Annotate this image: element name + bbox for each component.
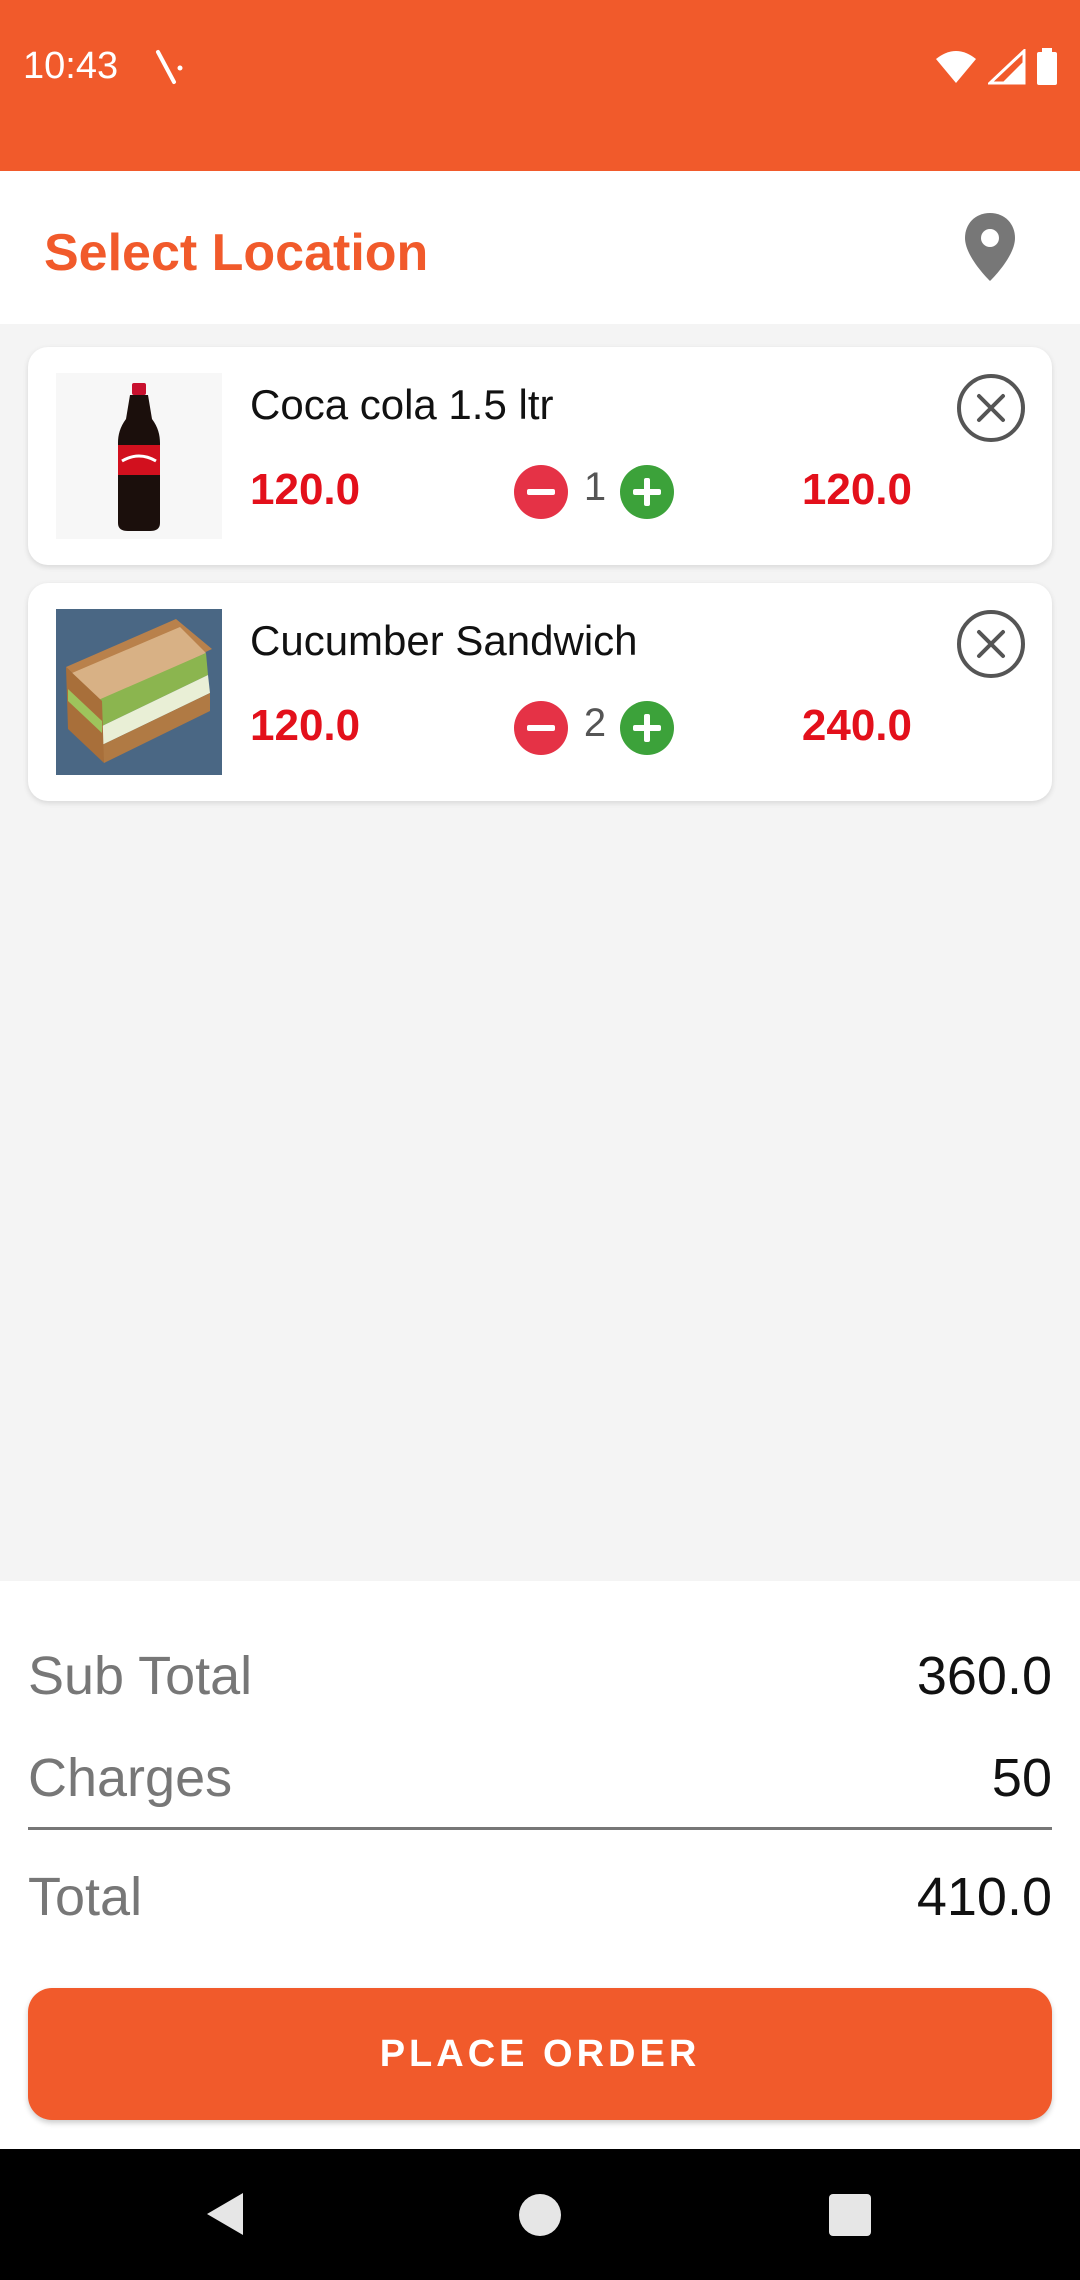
quantity-value: 1	[583, 465, 607, 509]
status-time: 10:43	[23, 45, 119, 87]
coca-cola-bottle-image	[56, 373, 222, 539]
place-order-button[interactable]: PLACE ORDER	[28, 1988, 1052, 2120]
summary-divider	[28, 1827, 1052, 1830]
sub-total-label: Sub Total	[28, 1646, 253, 1706]
location-pin-icon[interactable]	[962, 211, 1018, 288]
line-total: 240.0	[801, 701, 912, 750]
status-icons	[934, 47, 1058, 91]
increase-quantity-button[interactable]	[620, 465, 674, 519]
quantity-value: 2	[583, 701, 607, 745]
decrease-quantity-button[interactable]	[514, 701, 568, 755]
cucumber-sandwich-image	[56, 609, 222, 775]
order-summary: Sub Total 360.0 Charges 50 Total 410.0 P…	[0, 1581, 1080, 2149]
back-icon[interactable]	[205, 2191, 245, 2242]
increase-quantity-button[interactable]	[620, 701, 674, 755]
charges-value: 50	[991, 1748, 1052, 1808]
cart-item: Cucumber Sandwich 120.0 2 240.0	[28, 583, 1052, 801]
cart-item: Coca cola 1.5 ltr 120.0 1 120.0	[28, 347, 1052, 565]
item-name: Cucumber Sandwich	[250, 617, 638, 664]
select-location-title[interactable]: Select Location	[44, 223, 428, 283]
charges-row: Charges 50	[28, 1747, 1052, 1809]
remove-item-close-icon[interactable]	[956, 609, 1026, 679]
location-header[interactable]: Select Location	[0, 171, 1080, 324]
unit-price: 120.0	[250, 701, 361, 750]
charges-label: Charges	[28, 1748, 233, 1808]
home-icon[interactable]	[519, 2194, 561, 2236]
item-name: Coca cola 1.5 ltr	[250, 381, 554, 428]
line-total: 120.0	[801, 465, 912, 514]
remove-item-close-icon[interactable]	[956, 373, 1026, 443]
battery-icon	[1036, 48, 1058, 91]
system-nav-bar	[0, 2149, 1080, 2280]
total-row: Total 410.0	[28, 1866, 1052, 1928]
unit-price: 120.0	[250, 465, 361, 514]
wifi-icon	[934, 49, 978, 90]
total-label: Total	[28, 1867, 143, 1927]
sub-total-row: Sub Total 360.0	[28, 1645, 1052, 1707]
status-bar: 10:43	[0, 0, 1080, 171]
decrease-quantity-button[interactable]	[514, 465, 568, 519]
total-value: 410.0	[916, 1867, 1052, 1927]
recent-apps-icon[interactable]	[829, 2194, 871, 2236]
sub-total-value: 360.0	[916, 1646, 1052, 1706]
no-sim-icon	[152, 48, 186, 91]
cell-signal-icon	[986, 47, 1026, 90]
